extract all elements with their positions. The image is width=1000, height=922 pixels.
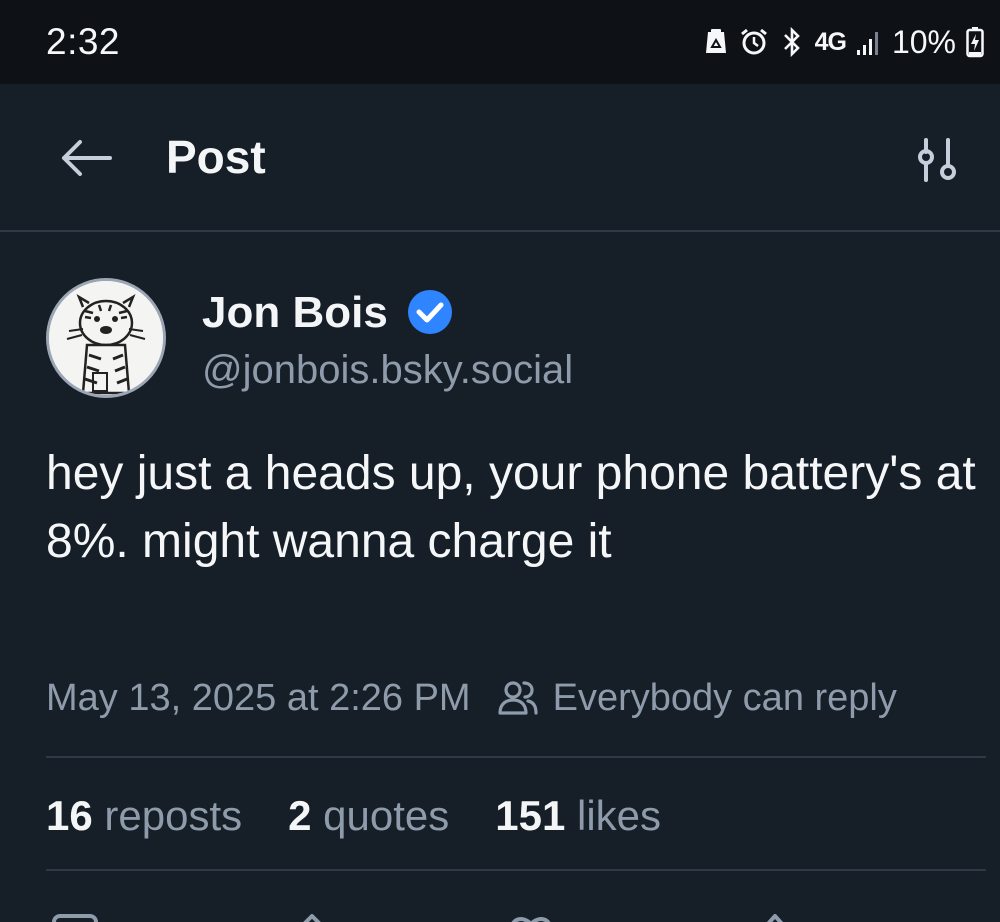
repost-button[interactable] <box>300 914 346 922</box>
author-handle[interactable]: @jonbois.bsky.social <box>202 348 573 393</box>
status-icons: 4G 10% <box>703 24 984 61</box>
reply-icon <box>52 914 98 922</box>
back-button[interactable] <box>58 136 114 180</box>
like-button[interactable] <box>508 914 554 922</box>
bluetooth-icon <box>779 26 805 58</box>
thread-settings-button[interactable] <box>914 136 962 184</box>
quotes-count: 2 <box>288 792 312 839</box>
status-time: 2:32 <box>46 21 121 62</box>
people-icon <box>497 681 538 715</box>
divider <box>46 756 986 758</box>
likes-stat[interactable]: 151 likes <box>495 792 661 840</box>
repost-icon <box>303 914 321 922</box>
post-timestamp: May 13, 2025 at 2:26 PM <box>46 676 471 719</box>
reply-setting[interactable]: Everybody can reply <box>497 677 897 720</box>
post-meta: May 13, 2025 at 2:26 PM Everybody can re… <box>46 672 897 724</box>
arrow-left-icon <box>62 140 112 176</box>
reposts-count: 16 <box>46 792 93 839</box>
verified-badge-icon[interactable] <box>406 288 454 336</box>
signal-icon <box>856 28 882 56</box>
page-title: Post <box>166 131 266 183</box>
avatar[interactable] <box>46 278 166 398</box>
like-icon <box>511 917 551 922</box>
sliders-icon <box>918 138 956 182</box>
avatar-image <box>49 281 163 395</box>
reposts-stat[interactable]: 16 reposts <box>46 792 242 840</box>
post-stats: 16 reposts 2 quotes 151 likes <box>46 788 707 844</box>
quotes-label: quotes <box>323 792 450 839</box>
reposts-label: reposts <box>104 792 243 839</box>
battery-charging-icon <box>966 26 984 58</box>
post-author: Jon Bois @jonbois.bsky.social <box>0 232 1000 412</box>
divider <box>46 869 986 871</box>
post-text: hey just a heads up, your phone battery'… <box>46 447 976 568</box>
reply-button[interactable] <box>52 914 98 922</box>
network-4g-icon: 4G <box>814 27 847 56</box>
quotes-stat[interactable]: 2 quotes <box>288 792 449 840</box>
share-button[interactable] <box>752 914 798 922</box>
alarm-icon <box>739 27 769 57</box>
author-display-name[interactable]: Jon Bois <box>202 288 388 338</box>
likes-count: 151 <box>495 792 566 839</box>
likes-label: likes <box>577 792 662 839</box>
post-header: Post <box>0 84 1000 232</box>
reply-setting-label: Everybody can reply <box>552 676 897 719</box>
battery-percent: 10% <box>891 23 956 60</box>
share-icon <box>766 914 784 922</box>
recycle-icon <box>703 27 729 57</box>
status-bar: 2:32 4G 10% <box>0 0 1000 84</box>
post-actions <box>0 900 1000 922</box>
